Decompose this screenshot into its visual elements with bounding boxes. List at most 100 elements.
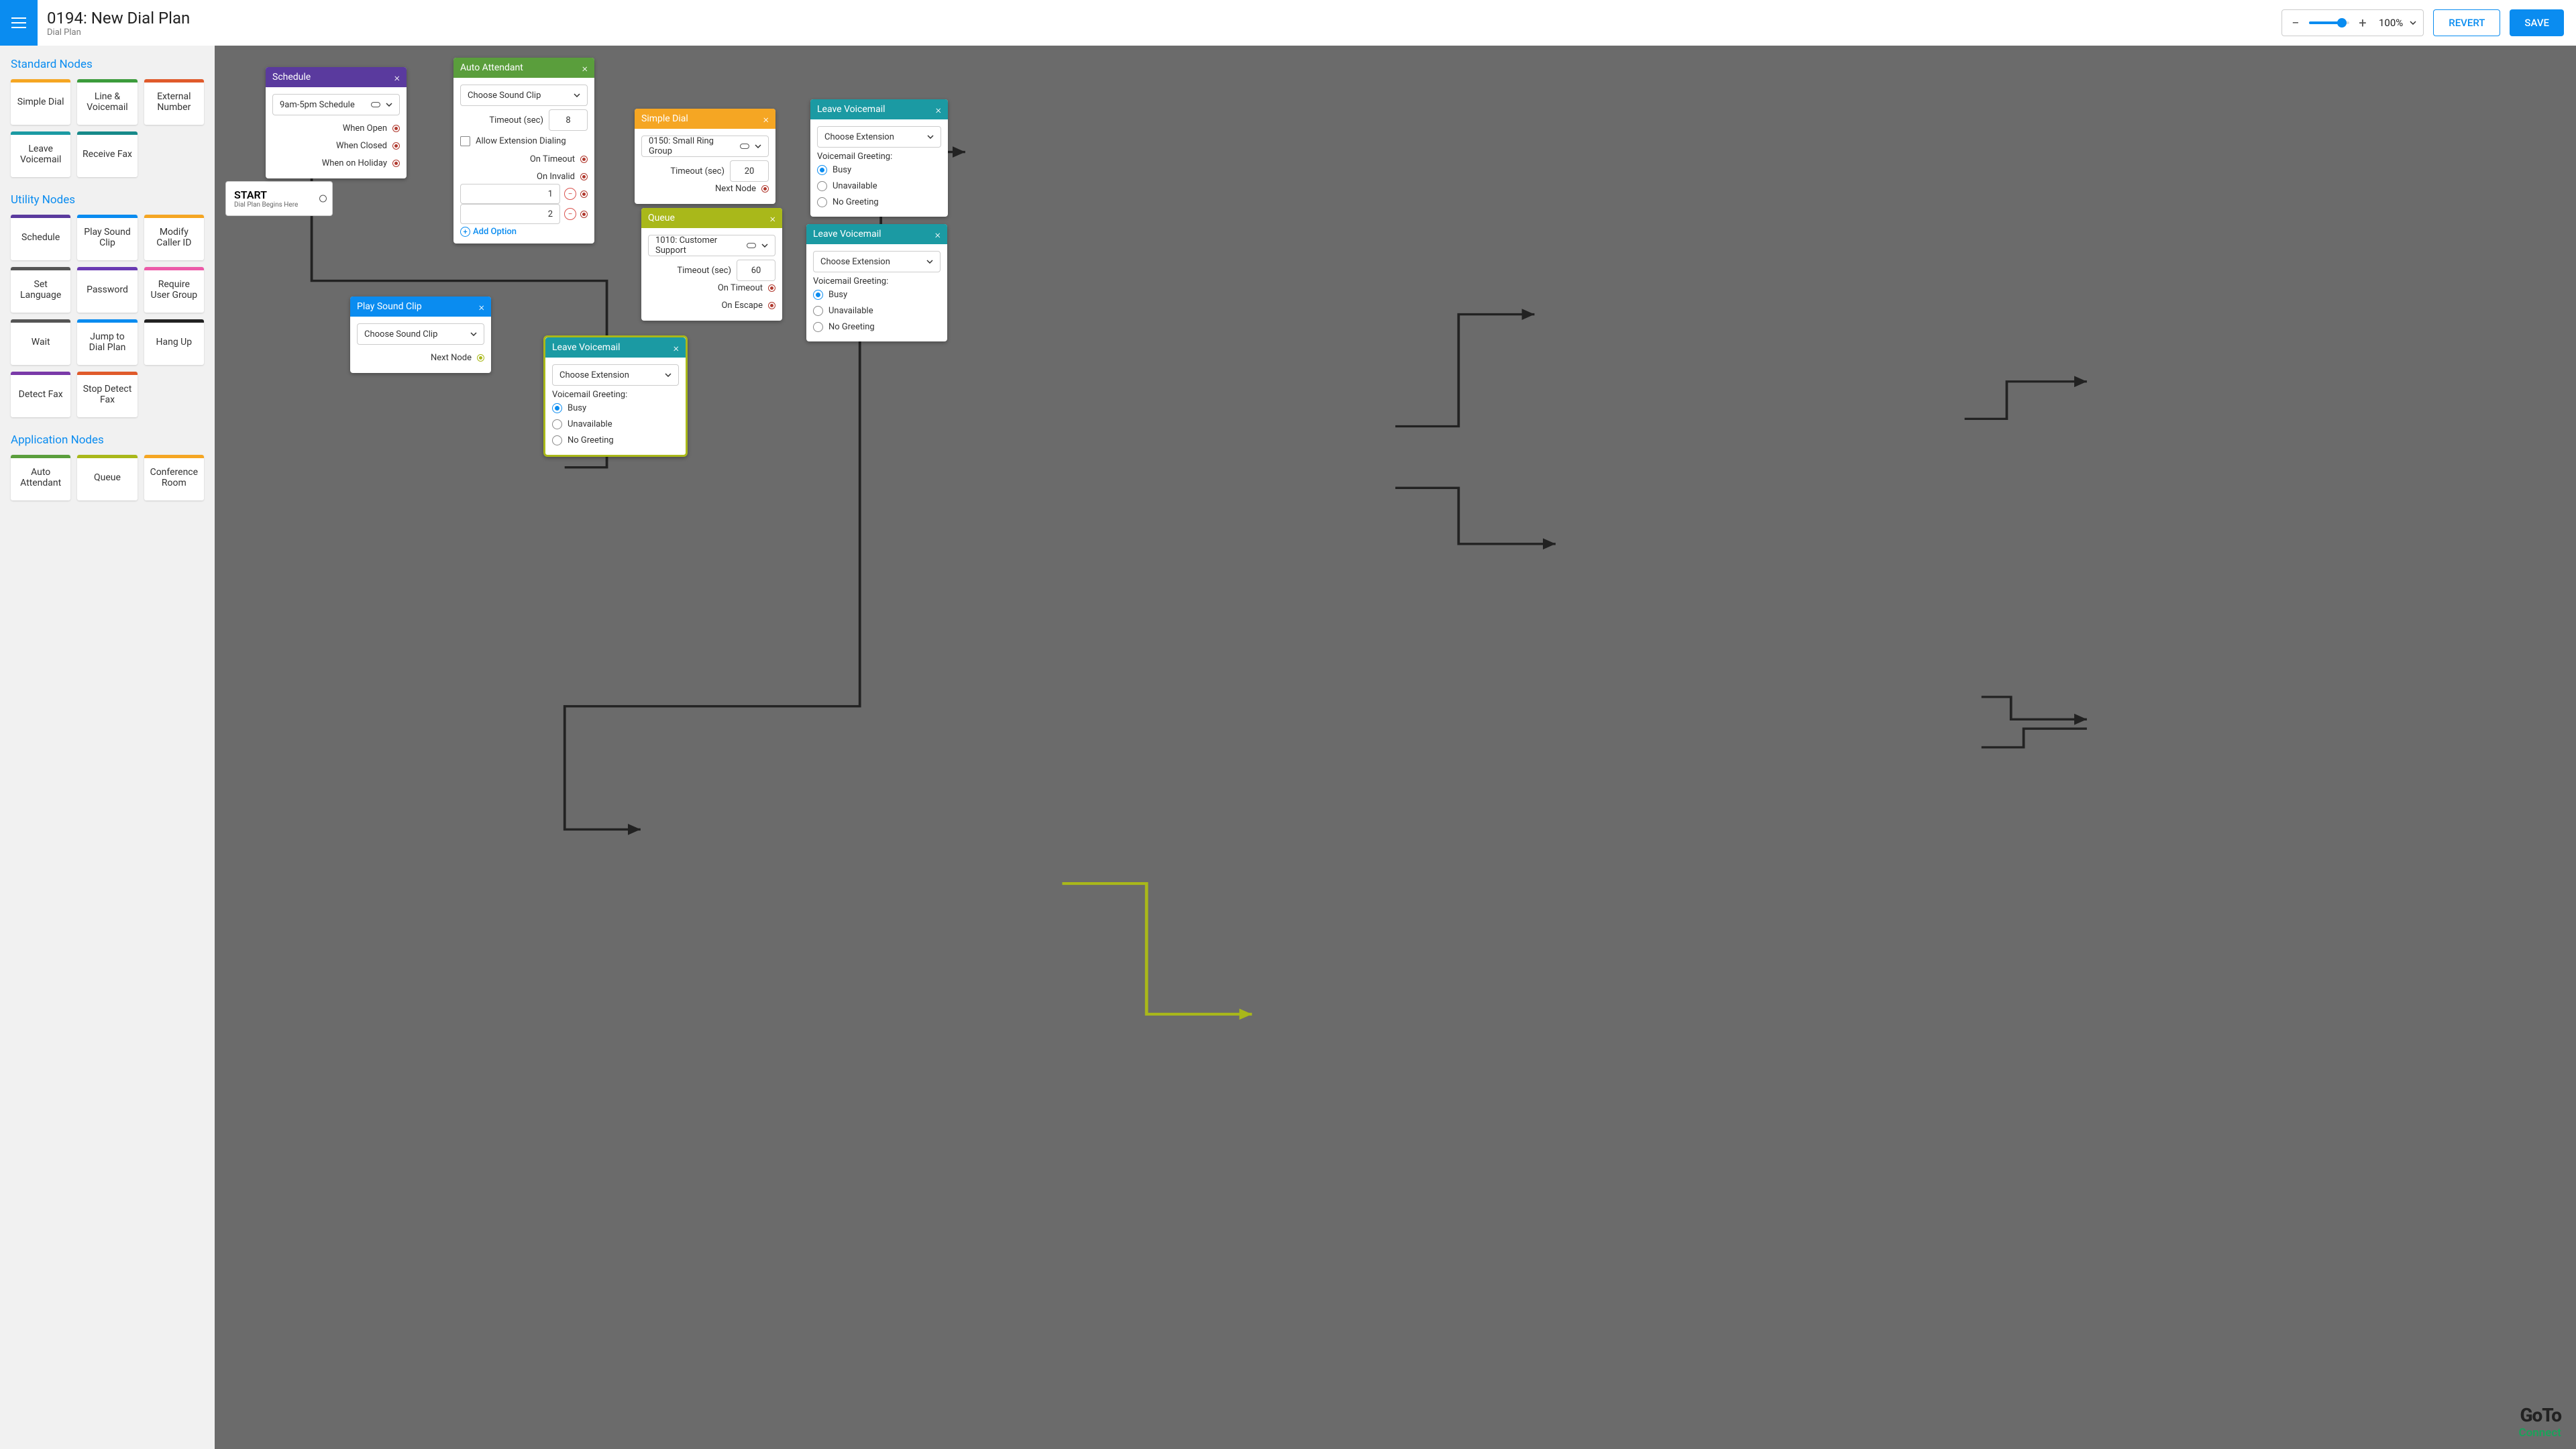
- port-opt2[interactable]: [580, 211, 588, 218]
- vm3-ext-select[interactable]: Choose Extension: [552, 364, 679, 386]
- utility-tile-2[interactable]: Modify Caller ID: [144, 215, 204, 260]
- port-on-timeout[interactable]: [580, 156, 588, 163]
- application-tile-1[interactable]: Queue: [77, 455, 137, 500]
- port-when-holiday[interactable]: [392, 160, 400, 167]
- save-button[interactable]: SAVE: [2510, 9, 2564, 36]
- chevron-down-icon: [926, 260, 933, 264]
- allow-ext-checkbox[interactable]: [460, 136, 470, 146]
- close-icon[interactable]: ×: [479, 301, 484, 313]
- queue-title: Queue: [648, 213, 675, 223]
- canvas[interactable]: START Dial Plan Begins Here Schedule × 9…: [215, 46, 2576, 1449]
- section-application-title: Application Nodes: [11, 433, 204, 447]
- standard-tile-2[interactable]: External Number: [144, 79, 204, 125]
- vm1-ext-select[interactable]: Choose Extension: [817, 126, 941, 148]
- zoom-out-button[interactable]: −: [2289, 16, 2302, 30]
- chevron-down-icon: [761, 244, 768, 248]
- port-on-timeout[interactable]: [768, 284, 775, 292]
- utility-tile-7[interactable]: Jump to Dial Plan: [77, 319, 137, 365]
- vm3-radio-nogreeting[interactable]: [552, 435, 562, 445]
- voicemail-node-2[interactable]: Leave Voicemail × Choose Extension Voice…: [806, 224, 947, 341]
- schedule-select[interactable]: 9am-5pm Schedule: [272, 94, 400, 115]
- sd-timeout-input[interactable]: 20: [730, 160, 769, 182]
- auto-attendant-node[interactable]: Auto Attendant × Choose Sound Clip Timeo…: [453, 58, 594, 244]
- start-node[interactable]: START Dial Plan Begins Here: [225, 181, 333, 216]
- close-icon[interactable]: ×: [674, 341, 679, 354]
- vm3-radio-unavailable[interactable]: [552, 419, 562, 429]
- voicemail-node-3[interactable]: Leave Voicemail × Choose Extension Voice…: [543, 335, 688, 457]
- close-icon[interactable]: ×: [936, 103, 941, 116]
- port-when-open[interactable]: [392, 125, 400, 132]
- revert-button[interactable]: REVERT: [2433, 9, 2500, 36]
- link-icon: [740, 144, 749, 149]
- utility-tile-3[interactable]: Set Language: [11, 267, 70, 313]
- schedule-node[interactable]: Schedule × 9am-5pm Schedule When Open Wh…: [266, 67, 407, 178]
- close-icon[interactable]: ×: [770, 212, 775, 225]
- page-title: 0194: New Dial Plan: [47, 9, 190, 28]
- close-icon[interactable]: ×: [582, 62, 588, 74]
- port-next[interactable]: [477, 354, 484, 362]
- utility-tile-10[interactable]: Stop Detect Fax: [77, 372, 137, 417]
- aa-timeout-input[interactable]: 8: [549, 109, 588, 131]
- port-when-closed[interactable]: [392, 142, 400, 150]
- aa-opt1-input[interactable]: 1: [460, 184, 560, 204]
- port-on-escape[interactable]: [768, 302, 775, 309]
- queue-node[interactable]: Queue × 1010: Customer Support Timeout (…: [641, 208, 782, 321]
- port-opt1[interactable]: [580, 191, 588, 198]
- port-next[interactable]: [761, 185, 769, 193]
- application-tile-2[interactable]: Conference Room: [144, 455, 204, 500]
- vm2-radio-nogreeting[interactable]: [813, 322, 823, 332]
- ps-sound-select[interactable]: Choose Sound Clip: [357, 323, 484, 345]
- aa-sound-select[interactable]: Choose Sound Clip: [460, 85, 588, 106]
- section-standard-title: Standard Nodes: [11, 58, 204, 71]
- utility-tile-0[interactable]: Schedule: [11, 215, 70, 260]
- close-icon[interactable]: ×: [763, 113, 769, 125]
- sd-ext-select[interactable]: 0150: Small Ring Group: [641, 136, 769, 157]
- utility-tile-6[interactable]: Wait: [11, 319, 70, 365]
- close-icon[interactable]: ×: [935, 228, 941, 241]
- chevron-down-icon: [927, 135, 934, 139]
- chevron-down-icon: [574, 93, 580, 97]
- remove-icon[interactable]: −: [564, 208, 576, 220]
- vm3-radio-busy[interactable]: [552, 403, 562, 413]
- queue-select[interactable]: 1010: Customer Support: [648, 235, 775, 256]
- vm1-radio-nogreeting[interactable]: [817, 197, 827, 207]
- remove-icon[interactable]: −: [564, 188, 576, 200]
- zoom-label: 100%: [2379, 17, 2403, 29]
- add-option-button[interactable]: +Add Option: [460, 227, 588, 237]
- zoom-control[interactable]: − + 100%: [2282, 9, 2424, 36]
- simple-dial-node[interactable]: Simple Dial × 0150: Small Ring Group Tim…: [635, 109, 775, 204]
- standard-tile-0[interactable]: Simple Dial: [11, 79, 70, 125]
- aa-opt2-input[interactable]: 2: [460, 204, 560, 224]
- standard-tile-3[interactable]: Leave Voicemail: [11, 131, 70, 177]
- vm2-radio-unavailable[interactable]: [813, 306, 823, 316]
- aa-title: Auto Attendant: [460, 62, 523, 73]
- vm2-ext-select[interactable]: Choose Extension: [813, 251, 941, 272]
- voicemail-node-1[interactable]: Leave Voicemail × Choose Extension Voice…: [810, 99, 948, 217]
- utility-tile-1[interactable]: Play Sound Clip: [77, 215, 137, 260]
- standard-tile-4[interactable]: Receive Fax: [77, 131, 137, 177]
- menu-button[interactable]: [0, 0, 38, 46]
- vm1-radio-busy[interactable]: [817, 165, 827, 175]
- vm1-radio-unavailable[interactable]: [817, 181, 827, 191]
- chevron-down-icon: [386, 103, 392, 107]
- play-sound-node[interactable]: Play Sound Clip × Choose Sound Clip Next…: [350, 297, 491, 373]
- standard-tile-1[interactable]: Line & Voicemail: [77, 79, 137, 125]
- section-utility-title: Utility Nodes: [11, 193, 204, 207]
- start-port[interactable]: [319, 195, 327, 203]
- port-on-invalid[interactable]: [580, 173, 588, 180]
- zoom-in-button[interactable]: +: [2356, 16, 2369, 30]
- utility-tile-8[interactable]: Hang Up: [144, 319, 204, 365]
- hamburger-icon: [11, 17, 26, 28]
- zoom-slider[interactable]: [2309, 21, 2349, 24]
- vm2-radio-busy[interactable]: [813, 290, 823, 300]
- chevron-down-icon: [755, 144, 761, 148]
- brand-logo: GoTo Connect: [2519, 1404, 2561, 1440]
- start-subtitle: Dial Plan Begins Here: [234, 201, 324, 209]
- utility-tile-5[interactable]: Require User Group: [144, 267, 204, 313]
- close-icon[interactable]: ×: [394, 71, 400, 84]
- chevron-down-icon[interactable]: [2410, 21, 2416, 25]
- utility-tile-4[interactable]: Password: [77, 267, 137, 313]
- utility-tile-9[interactable]: Detect Fax: [11, 372, 70, 417]
- queue-timeout-input[interactable]: 60: [737, 260, 775, 281]
- application-tile-0[interactable]: Auto Attendant: [11, 455, 70, 500]
